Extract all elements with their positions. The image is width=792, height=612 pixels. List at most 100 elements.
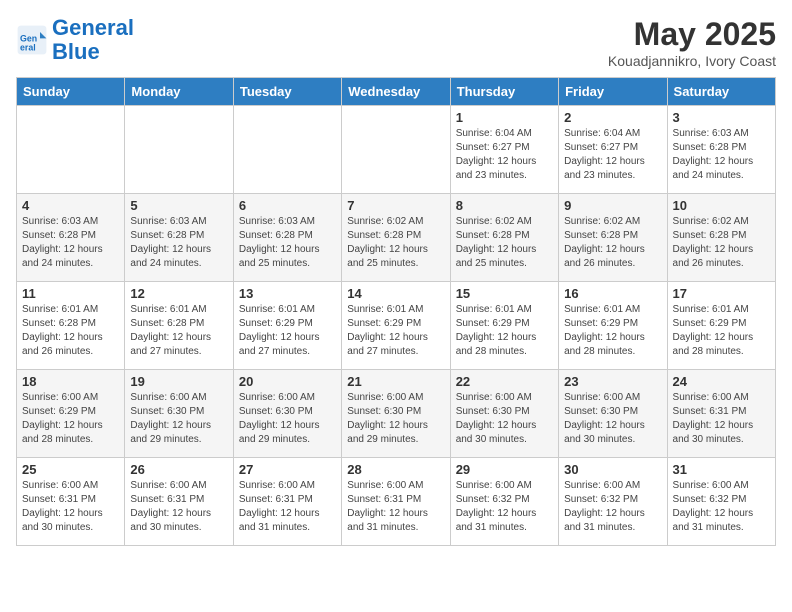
day-number: 10	[673, 198, 770, 213]
day-number: 6	[239, 198, 336, 213]
week-row-5: 25Sunrise: 6:00 AM Sunset: 6:31 PM Dayli…	[17, 458, 776, 546]
day-number: 20	[239, 374, 336, 389]
calendar-cell: 20 Sunrise: 6:00 AM Sunset: 6:30 PM Dayli…	[233, 370, 341, 458]
logo-icon: Gen eral	[16, 24, 48, 56]
day-info: Sunrise: 6:00 AM Sunset: 6:32 PM Dayligh…	[673, 479, 770, 535]
calendar-cell: 2 Sunrise: 6:04 AM Sunset: 6:27 PM Daylig…	[559, 106, 667, 194]
day-number: 16	[564, 286, 661, 301]
calendar-cell: 25Sunrise: 6:00 AM Sunset: 6:31 PM Dayli…	[17, 458, 125, 546]
calendar-cell	[125, 106, 233, 194]
week-row-3: 11 Sunrise: 6:01 AM Sunset: 6:28 PM Dayli…	[17, 282, 776, 370]
day-number: 24	[673, 374, 770, 389]
day-info: Sunrise: 6:00 AM Sunset: 6:31 PM Dayligh…	[347, 479, 444, 535]
location-subtitle: Kouadjannikro, Ivory Coast	[608, 53, 776, 69]
day-info: Sunrise: 6:00 AM Sunset: 6:32 PM Dayligh…	[564, 479, 661, 535]
weekday-header-monday: Monday	[125, 78, 233, 106]
day-number: 21	[347, 374, 444, 389]
day-info: Sunrise: 6:00 AM Sunset: 6:30 PM Dayligh…	[130, 391, 227, 447]
calendar-cell: 16Sunrise: 6:01 AM Sunset: 6:29 PM Dayli…	[559, 282, 667, 370]
day-info: Sunrise: 6:04 AM Sunset: 6:27 PM Dayligh…	[564, 127, 661, 183]
day-number: 15	[456, 286, 553, 301]
day-number: 23	[564, 374, 661, 389]
calendar-cell: 8 Sunrise: 6:02 AM Sunset: 6:28 PM Daylig…	[450, 194, 558, 282]
day-info: Sunrise: 6:02 AM Sunset: 6:28 PM Dayligh…	[456, 215, 553, 271]
calendar-table: SundayMondayTuesdayWednesdayThursdayFrid…	[16, 77, 776, 546]
day-info: Sunrise: 6:01 AM Sunset: 6:29 PM Dayligh…	[347, 303, 444, 359]
calendar-cell: 11 Sunrise: 6:01 AM Sunset: 6:28 PM Dayli…	[17, 282, 125, 370]
weekday-header-tuesday: Tuesday	[233, 78, 341, 106]
calendar-cell: 14 Sunrise: 6:01 AM Sunset: 6:29 PM Dayli…	[342, 282, 450, 370]
day-number: 31	[673, 462, 770, 477]
calendar-cell: 29Sunrise: 6:00 AM Sunset: 6:32 PM Dayli…	[450, 458, 558, 546]
calendar-cell: 23Sunrise: 6:00 AM Sunset: 6:30 PM Dayli…	[559, 370, 667, 458]
day-info: Sunrise: 6:01 AM Sunset: 6:29 PM Dayligh…	[673, 303, 770, 359]
day-info: Sunrise: 6:01 AM Sunset: 6:29 PM Dayligh…	[456, 303, 553, 359]
day-info: Sunrise: 6:04 AM Sunset: 6:27 PM Dayligh…	[456, 127, 553, 183]
title-block: May 2025 Kouadjannikro, Ivory Coast	[608, 16, 776, 69]
weekday-header-friday: Friday	[559, 78, 667, 106]
day-info: Sunrise: 6:03 AM Sunset: 6:28 PM Dayligh…	[130, 215, 227, 271]
day-number: 17	[673, 286, 770, 301]
calendar-cell: 22 Sunrise: 6:00 AM Sunset: 6:30 PM Dayli…	[450, 370, 558, 458]
calendar-cell: 1Sunrise: 6:04 AM Sunset: 6:27 PM Daylig…	[450, 106, 558, 194]
day-number: 9	[564, 198, 661, 213]
month-title: May 2025	[608, 16, 776, 53]
day-info: Sunrise: 6:00 AM Sunset: 6:29 PM Dayligh…	[22, 391, 119, 447]
week-row-2: 4 Sunrise: 6:03 AM Sunset: 6:28 PM Daylig…	[17, 194, 776, 282]
day-number: 7	[347, 198, 444, 213]
day-number: 11	[22, 286, 119, 301]
week-row-1: 1Sunrise: 6:04 AM Sunset: 6:27 PM Daylig…	[17, 106, 776, 194]
day-info: Sunrise: 6:02 AM Sunset: 6:28 PM Dayligh…	[673, 215, 770, 271]
calendar-cell: 6Sunrise: 6:03 AM Sunset: 6:28 PM Daylig…	[233, 194, 341, 282]
day-info: Sunrise: 6:03 AM Sunset: 6:28 PM Dayligh…	[673, 127, 770, 183]
day-number: 29	[456, 462, 553, 477]
svg-text:eral: eral	[20, 43, 36, 53]
weekday-header-sunday: Sunday	[17, 78, 125, 106]
day-number: 13	[239, 286, 336, 301]
calendar-cell: 19 Sunrise: 6:00 AM Sunset: 6:30 PM Dayli…	[125, 370, 233, 458]
calendar-cell: 5 Sunrise: 6:03 AM Sunset: 6:28 PM Daylig…	[125, 194, 233, 282]
day-number: 19	[130, 374, 227, 389]
page-header: Gen eral General Blue May 2025 Kouadjann…	[16, 16, 776, 69]
day-number: 30	[564, 462, 661, 477]
day-number: 14	[347, 286, 444, 301]
calendar-cell: 4 Sunrise: 6:03 AM Sunset: 6:28 PM Daylig…	[17, 194, 125, 282]
weekday-header-wednesday: Wednesday	[342, 78, 450, 106]
calendar-cell: 15 Sunrise: 6:01 AM Sunset: 6:29 PM Dayli…	[450, 282, 558, 370]
day-number: 8	[456, 198, 553, 213]
logo-text: General Blue	[52, 16, 134, 64]
calendar-cell: 28 Sunrise: 6:00 AM Sunset: 6:31 PM Dayli…	[342, 458, 450, 546]
day-info: Sunrise: 6:00 AM Sunset: 6:31 PM Dayligh…	[673, 391, 770, 447]
day-info: Sunrise: 6:00 AM Sunset: 6:31 PM Dayligh…	[22, 479, 119, 535]
logo: Gen eral General Blue	[16, 16, 134, 64]
calendar-cell	[342, 106, 450, 194]
calendar-cell: 3Sunrise: 6:03 AM Sunset: 6:28 PM Daylig…	[667, 106, 775, 194]
day-number: 28	[347, 462, 444, 477]
day-number: 4	[22, 198, 119, 213]
calendar-cell: 10 Sunrise: 6:02 AM Sunset: 6:28 PM Dayli…	[667, 194, 775, 282]
calendar-cell: 30 Sunrise: 6:00 AM Sunset: 6:32 PM Dayli…	[559, 458, 667, 546]
calendar-cell: 9Sunrise: 6:02 AM Sunset: 6:28 PM Daylig…	[559, 194, 667, 282]
calendar-cell	[17, 106, 125, 194]
weekday-header-row: SundayMondayTuesdayWednesdayThursdayFrid…	[17, 78, 776, 106]
day-number: 22	[456, 374, 553, 389]
day-info: Sunrise: 6:00 AM Sunset: 6:30 PM Dayligh…	[456, 391, 553, 447]
day-info: Sunrise: 6:02 AM Sunset: 6:28 PM Dayligh…	[347, 215, 444, 271]
day-number: 12	[130, 286, 227, 301]
day-info: Sunrise: 6:00 AM Sunset: 6:31 PM Dayligh…	[239, 479, 336, 535]
day-info: Sunrise: 6:00 AM Sunset: 6:30 PM Dayligh…	[347, 391, 444, 447]
day-info: Sunrise: 6:00 AM Sunset: 6:30 PM Dayligh…	[239, 391, 336, 447]
day-info: Sunrise: 6:00 AM Sunset: 6:31 PM Dayligh…	[130, 479, 227, 535]
day-number: 5	[130, 198, 227, 213]
day-info: Sunrise: 6:01 AM Sunset: 6:28 PM Dayligh…	[130, 303, 227, 359]
calendar-cell: 12 Sunrise: 6:01 AM Sunset: 6:28 PM Dayli…	[125, 282, 233, 370]
day-info: Sunrise: 6:01 AM Sunset: 6:28 PM Dayligh…	[22, 303, 119, 359]
calendar-cell: 31 Sunrise: 6:00 AM Sunset: 6:32 PM Dayli…	[667, 458, 775, 546]
day-info: Sunrise: 6:03 AM Sunset: 6:28 PM Dayligh…	[22, 215, 119, 271]
day-number: 2	[564, 110, 661, 125]
weekday-header-saturday: Saturday	[667, 78, 775, 106]
day-number: 26	[130, 462, 227, 477]
calendar-cell: 27 Sunrise: 6:00 AM Sunset: 6:31 PM Dayli…	[233, 458, 341, 546]
day-number: 27	[239, 462, 336, 477]
calendar-cell: 24 Sunrise: 6:00 AM Sunset: 6:31 PM Dayli…	[667, 370, 775, 458]
